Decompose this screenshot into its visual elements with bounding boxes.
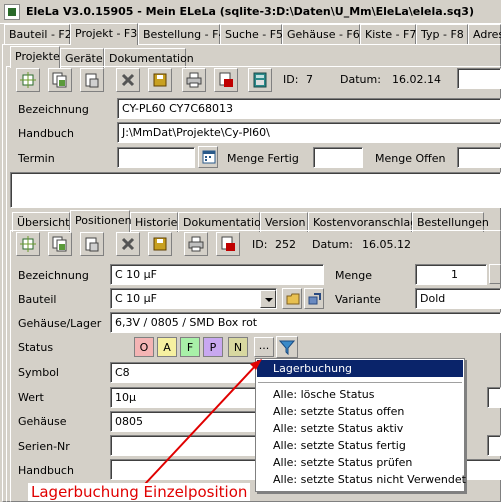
annotation-arrow: [144, 359, 262, 485]
annotation-label: Lagerbuchung Einzelposition: [28, 483, 251, 501]
